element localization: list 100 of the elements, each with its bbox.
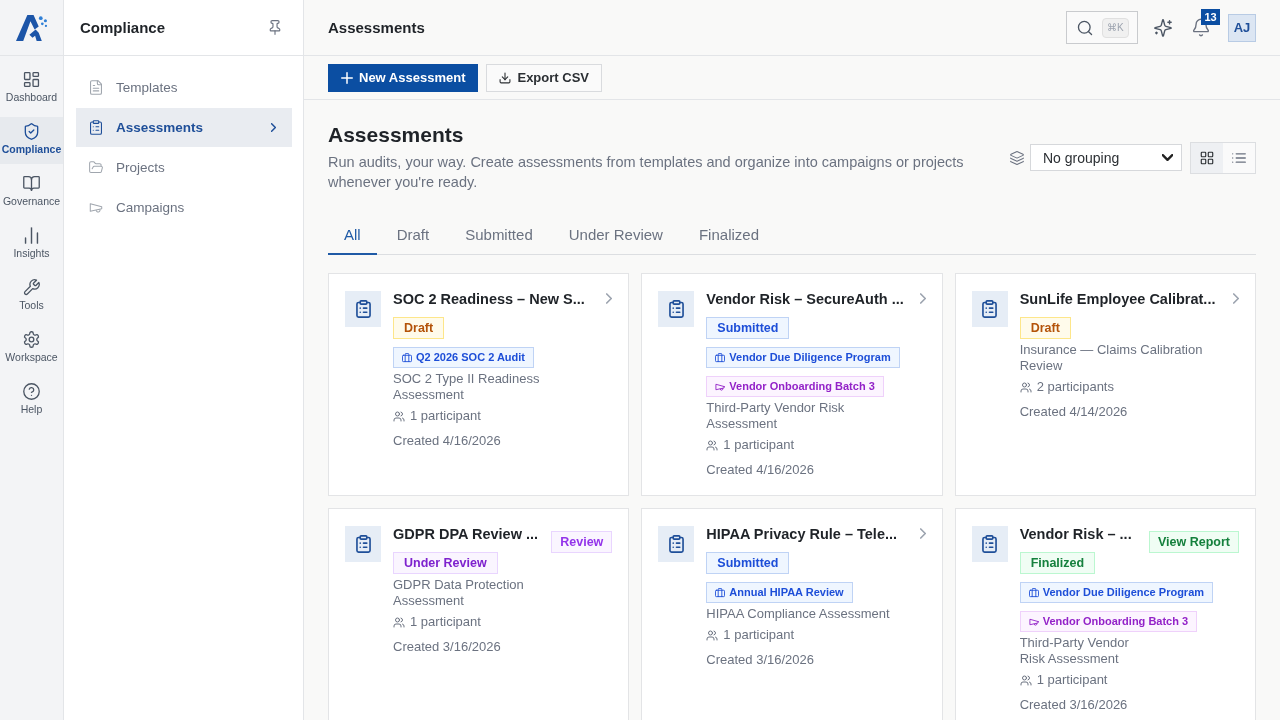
app-logo[interactable] — [15, 13, 48, 42]
rail-nav-item[interactable]: Governance — [0, 169, 63, 216]
rail-nav-item[interactable]: Compliance — [0, 117, 63, 164]
users-icon — [706, 629, 719, 641]
sparkles-icon[interactable] — [1154, 18, 1172, 37]
rail-nav-item[interactable]: Insights — [0, 221, 63, 268]
sidebar-nav-item[interactable]: Projects — [76, 148, 292, 187]
template-name: GDPR Data Protection Assessment — [393, 577, 525, 609]
status-badge: Finalized — [1019, 552, 1096, 574]
assessment-card[interactable]: Vendor Risk – ... Finalized Vendor Due Diligence Program Vendor Onboarding Batch 3 Third-Party Vendor Risk Assessment 1 participant Created 3/16/2026 View Report — [954, 508, 1256, 720]
new-assessment-button[interactable]: New Assessment — [328, 63, 479, 92]
section-title: Assessments — [328, 123, 465, 147]
campaign-tag[interactable]: Vendor Onboarding Batch 3 — [1019, 611, 1198, 632]
chevron-right-icon — [271, 123, 276, 132]
card-title: HIPAA Privacy Rule – Tele... — [706, 525, 898, 544]
briefcase-icon — [402, 352, 412, 363]
chevron-down-icon — [1162, 154, 1173, 161]
rail-nav-item[interactable]: Workspace — [0, 325, 63, 372]
campaign-tag[interactable]: Vendor Onboarding Batch 3 — [706, 376, 884, 397]
participant-count: 1 participant — [410, 613, 481, 631]
chevron-right-icon — [1233, 293, 1239, 304]
sidebar-nav-item[interactable]: Assessments — [76, 108, 292, 147]
assessment-card[interactable]: HIPAA Privacy Rule – Tele... Submitted Annual HIPAA Review HIPAA Compliance Assessment 1 participant Created 3/16/2026 — [641, 508, 943, 720]
clipboard-icon — [89, 120, 103, 135]
status-badge: Submitted — [706, 317, 790, 339]
users-icon — [1019, 674, 1032, 686]
users-icon — [1019, 381, 1032, 393]
export-csv-button[interactable]: Export CSV — [486, 63, 602, 92]
assessment-card[interactable]: GDPR DPA Review ... Under Review GDPR Data Protection Assessment 1 participant Created 3/16/2026 Review — [328, 508, 630, 720]
briefcase-icon — [715, 587, 726, 598]
chevron-right-icon — [919, 528, 926, 539]
pin-icon[interactable] — [269, 20, 281, 35]
participant-count: 1 participant — [723, 626, 795, 644]
template-name: HIPAA Compliance Assessment — [706, 606, 890, 622]
book-icon — [23, 175, 40, 192]
clipboard-icon — [971, 526, 1008, 562]
clipboard-icon — [345, 291, 381, 327]
users-icon — [393, 616, 405, 628]
created-date: Created 3/16/2026 — [706, 652, 815, 668]
created-date: Created 4/14/2026 — [1019, 404, 1128, 420]
participant-count: 1 participant — [723, 436, 795, 454]
dashboard-icon — [23, 71, 40, 88]
filter-tab[interactable]: Draft — [380, 216, 446, 255]
wrench-icon — [23, 279, 40, 296]
megaphone-icon — [715, 381, 726, 392]
assessment-card[interactable]: SOC 2 Readiness – New S... Draft Q2 2026 SOC 2 Audit SOC 2 Type II Readiness Assessment 1 participant Created 4/16/2026 — [328, 273, 630, 496]
template-name: Third-Party Vendor Risk Assessment — [706, 400, 846, 432]
card-title: SunLife Employee Calibrat... — [1019, 290, 1216, 309]
users-icon — [393, 410, 405, 422]
status-badge: Under Review — [393, 552, 498, 574]
project-tag[interactable]: Vendor Due Diligence Program — [1019, 582, 1214, 603]
status-badge: Submitted — [706, 552, 790, 574]
sidebar-nav-item[interactable]: Campaigns — [76, 188, 292, 227]
sidebar-title: Compliance — [80, 19, 166, 36]
list-icon — [1232, 150, 1246, 165]
briefcase-icon — [1028, 587, 1039, 598]
page-heading: Assessments — [328, 19, 425, 36]
rail-nav-item[interactable]: Help — [0, 377, 63, 424]
clipboard-icon — [658, 526, 695, 562]
shortcut-key: ⌘K — [1102, 17, 1129, 38]
assessment-card[interactable]: Vendor Risk – SecureAuth ... Submitted Vendor Due Diligence Program Vendor Onboarding Batch 3 Third-Party Vendor Risk Assessment 1 participant Created 4/16/2026 — [641, 273, 943, 496]
template-name: Third-Party Vendor Risk Assessment — [1019, 635, 1130, 667]
page-description: Run audits, your way. Create assessments from templates and organize into campaigns or projects whenever you're ready. — [328, 153, 965, 192]
filter-tab[interactable]: Finalized — [682, 216, 775, 255]
participant-count: 2 participants — [1036, 378, 1114, 396]
project-tag[interactable]: Q2 2026 SOC 2 Audit — [393, 347, 535, 368]
view-report-button[interactable]: View Report — [1149, 531, 1239, 553]
card-title: GDPR DPA Review ... — [393, 525, 539, 544]
filter-tab[interactable]: Under Review — [552, 216, 679, 255]
grid-view-button[interactable] — [1191, 142, 1223, 173]
card-title: Vendor Risk – ... — [1019, 525, 1132, 544]
review-button[interactable]: Review — [551, 531, 613, 553]
briefcase-icon — [715, 352, 726, 363]
sidebar-nav-item[interactable]: Templates — [76, 68, 292, 107]
clipboard-icon — [345, 526, 381, 562]
assessment-card[interactable]: SunLife Employee Calibrat... Draft Insurance — Claims Calibration Review 2 participants Created 4/14/2026 — [954, 273, 1256, 496]
rail-nav-item[interactable]: Dashboard — [0, 65, 63, 112]
created-date: Created 3/16/2026 — [393, 639, 501, 655]
grouping-dropdown[interactable]: No grouping — [1030, 144, 1182, 171]
megaphone-icon — [1028, 616, 1039, 627]
template-name: SOC 2 Type II Readiness Assessment — [393, 371, 541, 403]
users-icon — [706, 439, 719, 451]
bar-chart-icon — [23, 227, 40, 244]
document-icon — [89, 80, 103, 95]
created-date: Created 4/16/2026 — [706, 462, 815, 478]
clipboard-icon — [971, 291, 1008, 327]
filter-tab[interactable]: All — [328, 216, 377, 255]
project-tag[interactable]: Vendor Due Diligence Program — [706, 347, 900, 368]
participant-count: 1 participant — [410, 407, 481, 425]
shield-check-icon — [23, 123, 40, 140]
filter-tab[interactable]: Submitted — [449, 216, 549, 255]
participant-count: 1 participant — [1036, 671, 1108, 689]
project-tag[interactable]: Annual HIPAA Review — [706, 582, 853, 603]
user-avatar[interactable]: AJ — [1228, 13, 1256, 42]
clipboard-icon — [658, 291, 695, 327]
rail-nav-item[interactable]: Tools — [0, 273, 63, 320]
download-icon — [499, 71, 512, 84]
created-date: Created 4/16/2026 — [393, 433, 501, 449]
grid-icon — [1200, 150, 1214, 165]
status-badge: Draft — [393, 317, 445, 339]
